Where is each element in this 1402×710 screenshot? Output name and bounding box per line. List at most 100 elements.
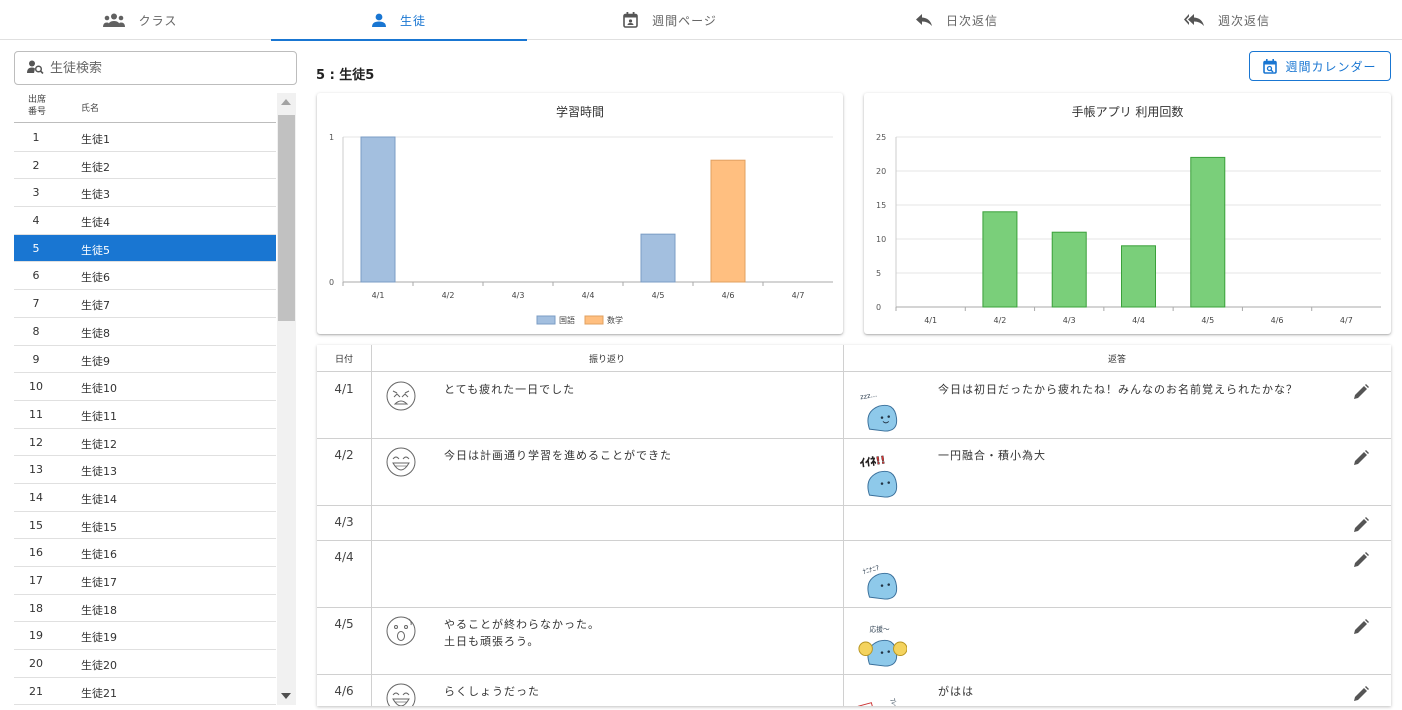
scroll-down-arrow-icon[interactable]: [281, 693, 291, 699]
column-header-number[interactable]: 出席 番号: [28, 94, 46, 118]
student-title: 5 : 生徒5: [316, 68, 375, 83]
study-time-chart-card: 学習時間 0 1 4/1 4/2 4/3 4/4 4/5 4/6 4/7 国語 数学: [317, 93, 843, 334]
x-tick-label: 4/1: [372, 291, 385, 300]
table-row: 4/3: [317, 506, 1391, 541]
student-row[interactable]: 20 生徒20: [14, 650, 276, 678]
student-name: 生徒12: [81, 437, 117, 451]
row-reflection: らくしょうだった: [444, 683, 540, 700]
student-name: 生徒6: [81, 271, 110, 285]
student-name: 生徒9: [81, 354, 110, 368]
student-number: 12: [29, 435, 43, 449]
student-name: 生徒20: [81, 659, 117, 673]
edit-pencil-icon[interactable]: [1352, 551, 1370, 569]
student-row[interactable]: 15 生徒15: [14, 512, 276, 540]
tab-weekly-reply[interactable]: 週次返信: [1099, 0, 1355, 40]
reflection-line: 今日は計画通り学習を進めることができた: [444, 449, 672, 462]
edit-pencil-icon[interactable]: [1352, 383, 1370, 401]
student-search-input[interactable]: [50, 60, 290, 76]
student-name: 生徒5: [81, 243, 110, 257]
table-row: 4/1 とても疲れた一日でした zzz... 今日は初日だったから疲れたね！みんなのお…: [317, 373, 1391, 439]
student-row[interactable]: 5 生徒5: [14, 234, 276, 263]
legend-swatch: [584, 315, 604, 325]
edit-pencil-icon[interactable]: [1352, 516, 1370, 534]
student-number: 3: [32, 186, 40, 200]
student-list-scrollbar[interactable]: [277, 93, 296, 705]
student-row[interactable]: 16 生徒16: [14, 539, 276, 567]
reflection-table: 日付 振り返り 返答 4/1 とても疲れた一日でした zzz... 今日は初日だったか…: [317, 345, 1391, 706]
edit-pencil-icon[interactable]: [1352, 618, 1370, 636]
tab-class[interactable]: クラス: [12, 0, 268, 40]
student-row[interactable]: 9 生徒9: [14, 346, 276, 374]
legend-label: 国語: [559, 315, 575, 325]
student-number: 10: [29, 380, 43, 394]
row-reply: 今日は初日だったから疲れたね！みんなのお名前覚えられたかな？: [938, 383, 1298, 396]
y-tick-label: 10: [876, 235, 886, 244]
student-name: 生徒14: [81, 492, 117, 506]
x-tick-label: 4/4: [1132, 316, 1145, 325]
student-number: 7: [32, 297, 40, 311]
bar[interactable]: [640, 233, 676, 283]
row-date: 4/2: [334, 448, 354, 462]
reply-icon: [915, 14, 932, 26]
student-row[interactable]: 14 生徒14: [14, 484, 276, 512]
student-row[interactable]: 8 生徒8: [14, 318, 276, 346]
student-row[interactable]: 17 生徒17: [14, 567, 276, 595]
x-tick-label: 4/5: [1201, 316, 1214, 325]
student-row[interactable]: 10 生徒10: [14, 373, 276, 401]
student-row[interactable]: 4 生徒4: [14, 207, 276, 235]
reflection-line: とても疲れた一日でした: [444, 383, 576, 396]
tab-daily-reply[interactable]: 日次返信: [829, 0, 1085, 40]
row-reply: がはは: [938, 685, 974, 698]
student-row[interactable]: 19 生徒19: [14, 622, 276, 651]
student-search-box[interactable]: [14, 51, 297, 85]
scrollbar-thumb[interactable]: [278, 115, 295, 321]
pompom-mascot-stamp: 応援～: [857, 618, 908, 668]
student-name: 生徒10: [81, 382, 117, 396]
student-row[interactable]: 11 生徒11: [14, 401, 276, 429]
edit-pencil-icon[interactable]: [1352, 685, 1370, 703]
happy-face-icon: [386, 447, 416, 477]
column-header-name[interactable]: 氏名: [81, 101, 99, 114]
student-name: 生徒1: [81, 133, 110, 146]
scroll-up-arrow-icon[interactable]: [281, 99, 291, 105]
edit-pencil-icon[interactable]: [1352, 449, 1370, 467]
student-name: 生徒2: [81, 160, 110, 174]
y-tick-label: 1: [329, 133, 334, 142]
tab-label: 週次返信: [1217, 13, 1270, 28]
student-name: 生徒16: [81, 548, 117, 562]
student-row[interactable]: 1 生徒1: [14, 124, 276, 152]
student-row[interactable]: 12 生徒12: [14, 429, 276, 457]
tab-student[interactable]: 生徒: [271, 0, 527, 41]
y-tick-label: 15: [876, 201, 886, 210]
student-number: 5: [32, 241, 40, 255]
tab-weekly-page[interactable]: 週間ページ: [542, 0, 798, 40]
student-row[interactable]: 18 生徒18: [14, 595, 276, 623]
bar[interactable]: [710, 159, 746, 283]
bar[interactable]: [1190, 156, 1226, 308]
student-row[interactable]: 21 生徒21: [14, 678, 276, 706]
table-row: 4/4 ﾅﾆﾅﾆ?: [317, 541, 1391, 608]
x-tick-label: 4/6: [1271, 316, 1284, 325]
bar[interactable]: [360, 136, 396, 283]
bar[interactable]: [1051, 231, 1087, 308]
student-number: 16: [29, 546, 43, 560]
weekly-calendar-button[interactable]: 週間カレンダー: [1249, 51, 1391, 81]
tab-label: 週間ページ: [652, 13, 717, 28]
student-number: 2: [32, 158, 40, 172]
student-number: 20: [29, 657, 43, 671]
bar[interactable]: [1121, 245, 1156, 308]
bar[interactable]: [982, 211, 1018, 308]
svg-text:応援～: 応援～: [870, 624, 890, 633]
student-name: 生徒7: [81, 299, 110, 313]
row-date: 4/6: [334, 684, 354, 698]
student-row[interactable]: 7 生徒7: [14, 290, 276, 318]
student-row[interactable]: 2 生徒2: [14, 152, 276, 180]
student-row[interactable]: 3 生徒3: [14, 179, 276, 208]
student-number: 14: [29, 490, 43, 504]
y-tick-label: 20: [876, 167, 886, 176]
people-icon: [102, 13, 125, 27]
study-time-chart: 0 1 4/1 4/2 4/3 4/4 4/5 4/6 4/7 国語 数学: [329, 133, 833, 325]
planner-usage-chart: 0 5 10 15 20 25 4/1 4/2 4/3 4/4 4/5 4/6 4/7: [876, 133, 1381, 325]
student-row[interactable]: 6 生徒6: [14, 262, 276, 291]
student-row[interactable]: 13 生徒13: [14, 456, 276, 484]
